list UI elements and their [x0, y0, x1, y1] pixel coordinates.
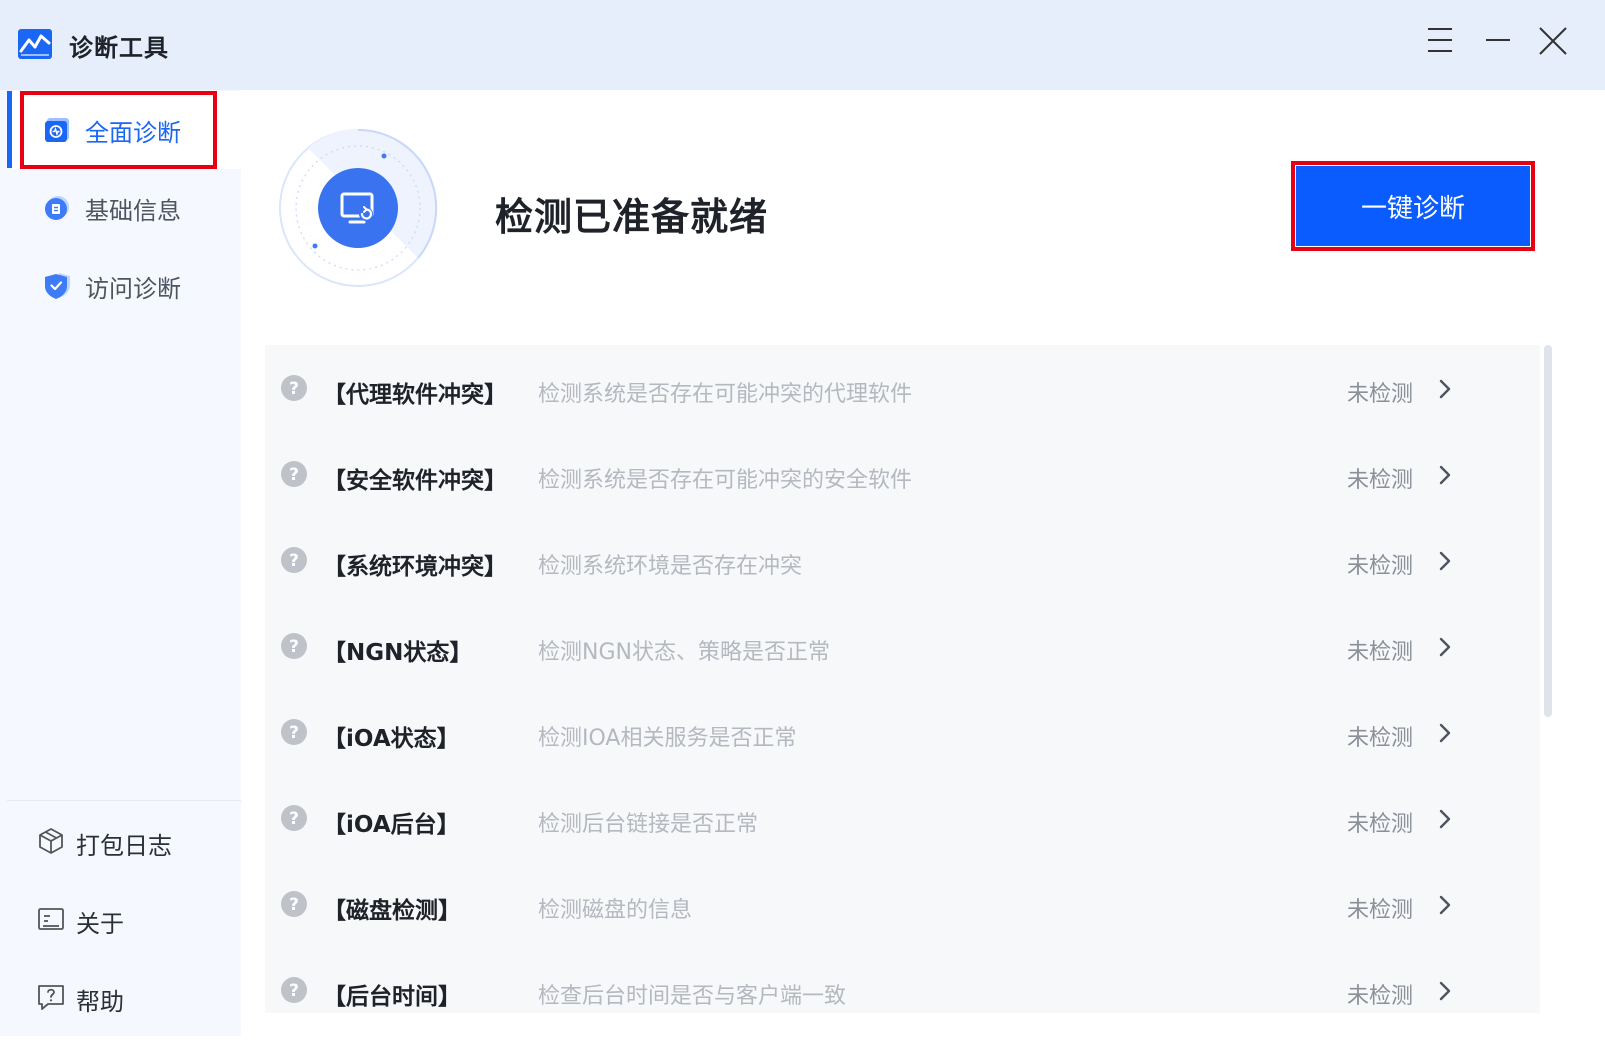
check-status: 未检测: [1347, 554, 1414, 579]
check-status: 未检测: [1347, 812, 1414, 837]
sidebar-item-label: 全面诊断: [85, 119, 181, 147]
question-mark-icon: ?: [281, 977, 307, 1003]
check-row-backend-time[interactable]: ? 【后台时间】 检查后台时间是否与客户端一致 未检测: [265, 947, 1540, 1013]
chevron-right-icon[interactable]: [1437, 464, 1453, 486]
package-box-icon: [39, 828, 63, 854]
svg-text:?: ?: [289, 895, 299, 915]
svg-text:?: ?: [289, 637, 299, 657]
check-name: 【安全软件冲突】: [323, 468, 507, 494]
sidebar-active-indicator: [7, 91, 12, 168]
access-diagnosis-shield-icon: [45, 273, 70, 299]
check-description: 检测NGN状态、策略是否正常: [538, 640, 830, 665]
question-mark-icon: ?: [281, 891, 307, 917]
sidebar-item-package-logs[interactable]: 打包日志: [12, 812, 241, 872]
one-click-diagnose-button[interactable]: 一键诊断: [1296, 166, 1530, 246]
svg-text:?: ?: [289, 465, 299, 485]
title-bar: 诊断工具: [0, 0, 1605, 90]
check-status: 未检测: [1347, 468, 1414, 493]
check-row-ioa-status[interactable]: ? 【iOA状态】 检测IOA相关服务是否正常 未检测: [265, 689, 1540, 775]
check-row-proxy-conflict[interactable]: ? 【代理软件冲突】 检测系统是否存在可能冲突的代理软件 未检测: [265, 345, 1540, 431]
svg-text:?: ?: [289, 551, 299, 571]
status-title: 检测已准备就绪: [495, 195, 769, 239]
check-description: 检测系统环境是否存在冲突: [538, 554, 803, 579]
check-description: 检测IOA相关服务是否正常: [538, 726, 797, 751]
chevron-right-icon[interactable]: [1437, 550, 1453, 572]
basic-info-icon: [45, 196, 69, 220]
chevron-right-icon[interactable]: [1437, 378, 1453, 400]
app-title: 诊断工具: [69, 34, 169, 62]
check-status: 未检测: [1347, 382, 1414, 407]
menu-button[interactable]: [1420, 22, 1460, 62]
sidebar-item-about[interactable]: 关于: [12, 890, 241, 950]
check-status: 未检测: [1347, 984, 1414, 1009]
sidebar-item-access-diagnosis[interactable]: 访问诊断: [12, 247, 241, 325]
svg-text:?: ?: [289, 809, 299, 829]
minimize-button[interactable]: [1478, 22, 1518, 62]
sidebar-divider: [7, 800, 241, 801]
question-mark-icon: ?: [281, 461, 307, 487]
sidebar: 全面诊断 基础信息 访问诊断 打包日志 关于 帮助: [0, 90, 241, 1063]
check-name: 【系统环境冲突】: [323, 554, 507, 580]
hamburger-menu-icon: [1428, 28, 1452, 52]
sidebar-item-help[interactable]: 帮助: [12, 968, 241, 1028]
check-description: 检测系统是否存在可能冲突的代理软件: [538, 382, 913, 407]
chevron-right-icon[interactable]: [1437, 722, 1453, 744]
check-name: 【代理软件冲突】: [323, 382, 507, 408]
check-row-ngn-status[interactable]: ? 【NGN状态】 检测NGN状态、策略是否正常 未检测: [265, 603, 1540, 689]
check-status: 未检测: [1347, 726, 1414, 751]
check-list: ? 【代理软件冲突】 检测系统是否存在可能冲突的代理软件 未检测 ? 【安全软件…: [265, 345, 1540, 1013]
check-description: 检测系统是否存在可能冲突的安全软件: [538, 468, 913, 493]
question-mark-icon: ?: [281, 547, 307, 573]
chart-line-logo-icon: [18, 29, 52, 59]
check-status: 未检测: [1347, 640, 1414, 665]
close-icon: [1539, 27, 1567, 55]
check-name: 【iOA后台】: [323, 812, 460, 838]
check-row-system-env-conflict[interactable]: ? 【系统环境冲突】 检测系统环境是否存在冲突 未检测: [265, 517, 1540, 603]
check-status: 未检测: [1347, 898, 1414, 923]
diagnostic-tool-window: 诊断工具 全面诊断 基础信息 访问诊断 打包日志 关于 帮助 检测已准备就绪 一…: [0, 0, 1605, 1063]
check-description: 检查后台时间是否与客户端一致: [538, 984, 847, 1009]
svg-text:?: ?: [289, 379, 299, 399]
sidebar-item-label: 基础信息: [85, 197, 181, 225]
chevron-right-icon[interactable]: [1437, 894, 1453, 916]
question-mark-icon: ?: [281, 375, 307, 401]
question-mark-icon: ?: [281, 805, 307, 831]
svg-text:?: ?: [289, 981, 299, 1001]
check-description: 检测后台链接是否正常: [538, 812, 759, 837]
svg-text:?: ?: [289, 723, 299, 743]
check-name: 【磁盘检测】: [323, 898, 461, 924]
sidebar-item-label: 关于: [76, 910, 124, 938]
sidebar-item-label: 访问诊断: [85, 275, 181, 303]
sidebar-item-full-diagnosis[interactable]: 全面诊断: [12, 91, 241, 169]
check-name: 【后台时间】: [323, 984, 461, 1010]
check-row-disk-check[interactable]: ? 【磁盘检测】 检测磁盘的信息 未检测: [265, 861, 1540, 947]
chevron-right-icon[interactable]: [1437, 980, 1453, 1002]
sidebar-item-label: 打包日志: [76, 832, 172, 860]
close-button[interactable]: [1532, 22, 1572, 62]
minimize-icon: [1486, 39, 1510, 41]
chevron-right-icon[interactable]: [1437, 636, 1453, 658]
full-diagnosis-icon: [45, 118, 69, 142]
question-mark-icon: ?: [281, 719, 307, 745]
check-description: 检测磁盘的信息: [538, 898, 693, 923]
monitor-refresh-icon: [279, 128, 438, 287]
check-row-ioa-backend[interactable]: ? 【iOA后台】 检测后台链接是否正常 未检测: [265, 775, 1540, 861]
window-bottom-edge: [0, 1036, 1605, 1063]
sidebar-item-basic-info[interactable]: 基础信息: [12, 169, 241, 247]
check-row-security-conflict[interactable]: ? 【安全软件冲突】 检测系统是否存在可能冲突的安全软件 未检测: [265, 431, 1540, 517]
check-name: 【NGN状态】: [323, 640, 473, 666]
sidebar-item-label: 帮助: [76, 988, 124, 1016]
chevron-right-icon[interactable]: [1437, 808, 1453, 830]
help-chat-icon: [38, 985, 64, 1010]
about-info-icon: [38, 908, 64, 930]
list-scrollbar[interactable]: [1544, 345, 1552, 717]
check-name: 【iOA状态】: [323, 726, 460, 752]
question-mark-icon: ?: [281, 633, 307, 659]
